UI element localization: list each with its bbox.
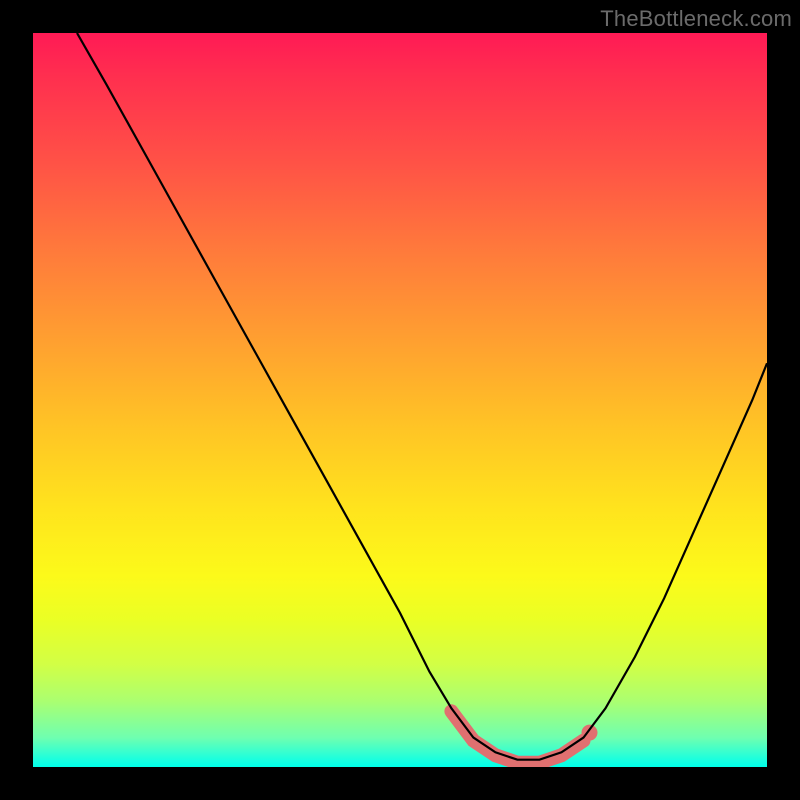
watermark-text: TheBottleneck.com [600, 6, 792, 32]
chart-container: TheBottleneck.com [0, 0, 800, 800]
curve-layer [33, 33, 767, 767]
plot-area [33, 33, 767, 767]
bottleneck-curve [77, 33, 767, 760]
